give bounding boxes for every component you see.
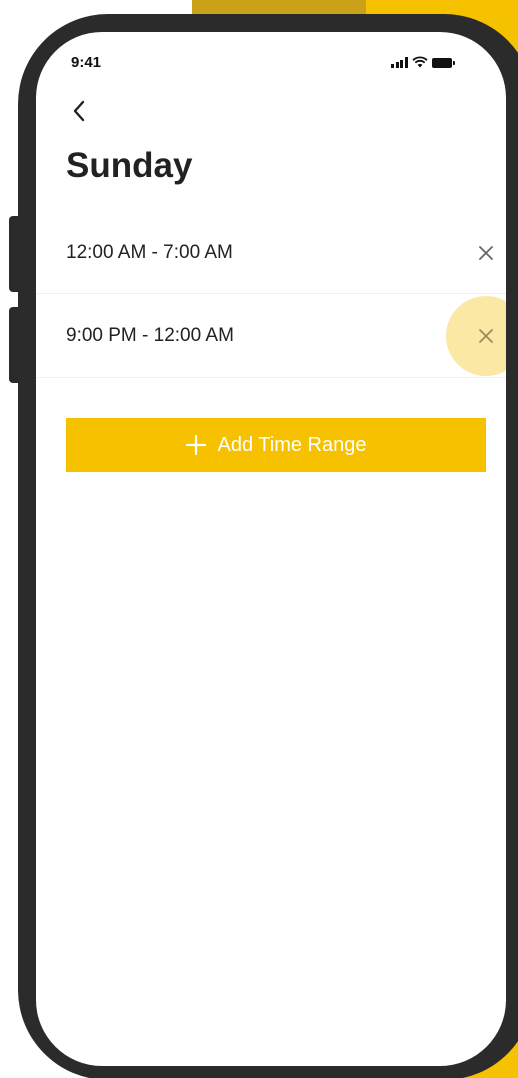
add-time-range-label: Add Time Range — [217, 433, 367, 456]
back-button[interactable] — [64, 96, 94, 126]
status-icons — [391, 56, 455, 68]
phone-screen: 9:41 Sunday 12:00 AM - 7:00 AM 9:00 PM -… — [36, 32, 506, 1066]
close-icon — [479, 245, 493, 260]
wifi-icon — [411, 56, 428, 68]
plus-icon — [185, 435, 206, 455]
battery-icon — [431, 58, 455, 68]
time-range-label: 9:00 PM - 12:00 AM — [66, 324, 234, 346]
time-range-row[interactable]: 12:00 AM - 7:00 AM — [36, 212, 506, 294]
time-range-label: 12:00 AM - 7:00 AM — [66, 241, 233, 263]
remove-time-range-button[interactable] — [472, 322, 500, 350]
close-icon — [479, 328, 493, 343]
time-range-list: 12:00 AM - 7:00 AM 9:00 PM - 12:00 AM — [36, 212, 506, 378]
time-range-row[interactable]: 9:00 PM - 12:00 AM — [36, 294, 506, 378]
signal-icon — [391, 57, 408, 68]
chevron-left-icon — [73, 100, 85, 122]
page-title: Sunday — [66, 146, 193, 185]
status-time: 9:41 — [71, 54, 102, 71]
stage: 9:41 Sunday 12:00 AM - 7:00 AM 9:00 PM -… — [0, 0, 518, 1078]
add-time-range-button[interactable]: Add Time Range — [66, 418, 486, 472]
remove-time-range-button[interactable] — [472, 239, 500, 267]
